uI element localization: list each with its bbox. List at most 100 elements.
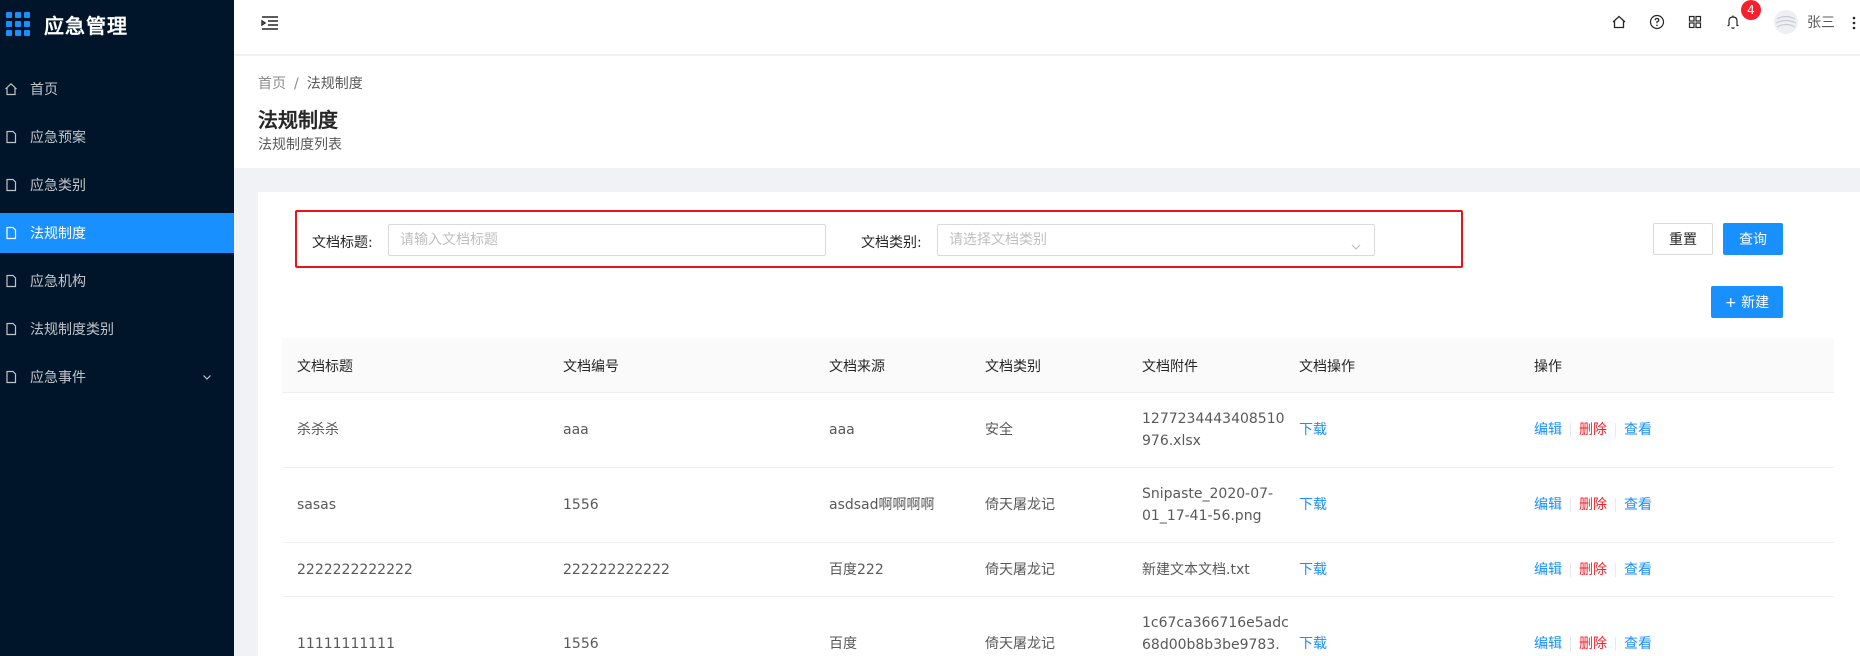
column-header-category: 文档类别 [985, 359, 1041, 375]
sidebar-item-emergency-category[interactable]: 应急类别 [0, 165, 234, 205]
cell-title: 11111111111 [297, 636, 395, 652]
page-title: 法规制度 [258, 108, 338, 132]
action-divider [1615, 423, 1616, 437]
cell-code: 1556 [563, 497, 599, 513]
delete-link[interactable]: 删除 [1579, 422, 1607, 438]
more-vertical-icon[interactable] [1851, 14, 1857, 32]
sidebar-item-label: 法规制度 [30, 226, 86, 242]
column-header-doc-action: 文档操作 [1299, 359, 1355, 375]
title-field-label: 文档标题: [312, 235, 373, 251]
column-header-title: 文档标题 [297, 359, 353, 375]
sidebar-item-label: 应急事件 [30, 370, 86, 386]
home-icon[interactable] [1611, 14, 1627, 30]
download-link[interactable]: 下载 [1299, 633, 1327, 655]
help-icon[interactable] [1649, 14, 1665, 30]
chevron-down-icon[interactable] [200, 370, 214, 384]
table-row: 杀杀杀 aaa aaa 安全 1277234443408510 976.xlsx… [282, 393, 1834, 468]
delete-link[interactable]: 删除 [1579, 562, 1607, 578]
cell-source: aaa [829, 422, 855, 438]
breadcrumb-home[interactable]: 首页 [258, 76, 286, 92]
menu-fold-icon[interactable] [260, 13, 280, 33]
attachment-line: 01_17-41-56.png [1142, 508, 1262, 524]
apps-icon[interactable] [1687, 14, 1703, 30]
app-grid-icon [6, 12, 30, 36]
attachment-line: 1c67ca366716e5adc [1142, 615, 1289, 631]
delete-link[interactable]: 删除 [1579, 497, 1607, 513]
cell-code: 222222222222 [563, 562, 670, 578]
cell-title: sasas [297, 497, 337, 513]
top-header: 4 张三 [234, 0, 1860, 55]
sidebar-item-regulation-category[interactable]: 法规制度类别 [0, 309, 234, 349]
column-header-code: 文档编号 [563, 359, 619, 375]
column-header-source: 文档来源 [829, 359, 885, 375]
cell-category: 倚天屠龙记 [985, 497, 1055, 513]
view-link[interactable]: 查看 [1624, 422, 1652, 438]
cell-attachment: 1277234443408510 976.xlsx [1142, 408, 1285, 452]
action-divider [1570, 498, 1571, 512]
sidebar-menu: 首页 应急预案 应急类别 法规制度 应急机构 法规制度类别 应急事件 [0, 69, 234, 397]
sidebar-item-label: 应急预案 [30, 130, 86, 146]
edit-link[interactable]: 编辑 [1534, 636, 1562, 652]
file-icon [4, 226, 18, 240]
sidebar-item-emergency-events[interactable]: 应急事件 [0, 357, 234, 397]
cell-category: 安全 [985, 422, 1013, 438]
title-search-input[interactable]: 请输入文档标题 [388, 224, 826, 256]
row-actions: 编辑 删除 查看 [1534, 559, 1652, 581]
page-subtitle: 法规制度列表 [258, 137, 342, 153]
action-divider [1615, 637, 1616, 651]
logo[interactable]: 应急管理 [0, 0, 234, 48]
category-select-placeholder: 请选择文档类别 [949, 232, 1047, 248]
query-button[interactable]: 查询 [1723, 223, 1783, 255]
table-row: 11111111111 1556 百度 倚天屠龙记 1c67ca366716e5… [282, 597, 1834, 656]
username[interactable]: 张三 [1807, 12, 1835, 32]
home-icon [4, 82, 18, 96]
cell-source: 百度 [829, 636, 857, 652]
delete-link[interactable]: 删除 [1579, 636, 1607, 652]
sidebar-item-emergency-org[interactable]: 应急机构 [0, 261, 234, 301]
table-header: 文档标题 文档编号 文档来源 文档类别 文档附件 文档操作 操作 [282, 338, 1834, 393]
file-icon [4, 130, 18, 144]
column-header-actions: 操作 [1534, 359, 1562, 375]
category-field-label: 文档类别: [861, 235, 922, 251]
cell-attachment: 新建文本文档.txt [1142, 562, 1250, 578]
sidebar-item-label: 法规制度类别 [30, 322, 114, 338]
category-select[interactable]: 请选择文档类别 [937, 224, 1375, 256]
new-button[interactable]: + 新建 [1711, 286, 1783, 318]
sidebar-item-label: 应急机构 [30, 274, 86, 290]
cell-source: asdsad啊啊啊啊 [829, 497, 935, 513]
table-row: 2222222222222 222222222222 百度222 倚天屠龙记 新… [282, 543, 1834, 597]
avatar[interactable] [1774, 10, 1798, 34]
sidebar-item-label: 应急类别 [30, 178, 86, 194]
sidebar-item-home[interactable]: 首页 [0, 69, 234, 109]
view-link[interactable]: 查看 [1624, 636, 1652, 652]
download-link[interactable]: 下载 [1299, 559, 1327, 581]
cell-attachment: Snipaste_2020-07- 01_17-41-56.png [1142, 483, 1273, 527]
sidebar: 应急管理 首页 应急预案 应急类别 法规制度 应急机构 法规制度类别 应急事件 [0, 0, 234, 656]
sidebar-item-emergency-plan[interactable]: 应急预案 [0, 117, 234, 157]
edit-link[interactable]: 编辑 [1534, 497, 1562, 513]
edit-link[interactable]: 编辑 [1534, 422, 1562, 438]
action-divider [1570, 637, 1571, 651]
regulations-table: 文档标题 文档编号 文档来源 文档类别 文档附件 文档操作 操作 杀杀杀 aaa… [282, 338, 1834, 656]
bell-icon[interactable] [1725, 14, 1741, 30]
attachment-line: 976.xlsx [1142, 433, 1201, 449]
edit-link[interactable]: 编辑 [1534, 562, 1562, 578]
attachment-line: Snipaste_2020-07- [1142, 486, 1274, 502]
action-divider [1615, 498, 1616, 512]
view-link[interactable]: 查看 [1624, 497, 1652, 513]
notification-badge: 4 [1741, 0, 1761, 20]
download-link[interactable]: 下载 [1299, 419, 1327, 441]
row-actions: 编辑 删除 查看 [1534, 494, 1652, 516]
attachment-line: 1277234443408510 [1142, 411, 1285, 427]
view-link[interactable]: 查看 [1624, 562, 1652, 578]
cell-title: 杀杀杀 [297, 422, 339, 438]
file-icon [4, 178, 18, 192]
page-header: 首页 / 法规制度 法规制度 法规制度列表 [234, 56, 1860, 168]
reset-button[interactable]: 重置 [1653, 223, 1713, 255]
breadcrumb: 首页 / 法规制度 [258, 73, 363, 93]
sidebar-item-regulations[interactable]: 法规制度 [0, 213, 234, 253]
download-link[interactable]: 下载 [1299, 494, 1327, 516]
attachment-line: 68d00b8b3be9783. [1142, 637, 1280, 653]
column-header-attachment: 文档附件 [1142, 359, 1198, 375]
action-divider [1615, 563, 1616, 577]
